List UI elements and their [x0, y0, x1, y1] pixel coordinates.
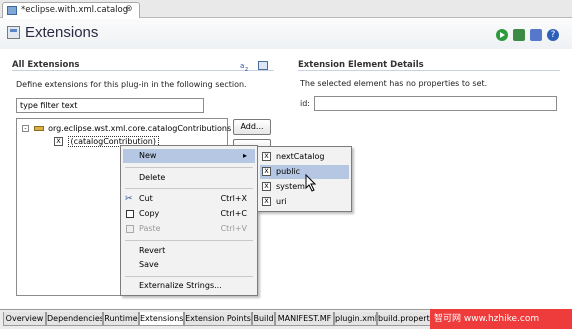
cut-icon: ✂ — [125, 194, 133, 204]
tab-dependencies[interactable]: Dependencies — [46, 312, 103, 326]
menu-item-revert[interactable]: Revert — [123, 244, 255, 258]
help-icon[interactable]: ? — [547, 29, 559, 41]
xml-element-icon: X — [262, 152, 271, 161]
collapse-icon[interactable]: - — [22, 125, 29, 132]
menu-item-new[interactable]: New ▸ — [123, 149, 255, 163]
context-menu: New ▸ Delete ✂ Cut Ctrl+X Copy Ctrl+C Pa… — [120, 145, 258, 296]
menu-item-copy[interactable]: Copy Ctrl+C — [123, 207, 255, 221]
id-label: id: — [300, 99, 310, 108]
details-title: Extension Element Details — [298, 60, 424, 70]
add-button[interactable]: Add... — [233, 119, 271, 135]
mouse-cursor-icon — [305, 173, 317, 192]
tab-overview[interactable]: Overview — [3, 312, 46, 326]
collapse-all-icon[interactable] — [258, 61, 268, 70]
xml-element-icon: X — [262, 182, 271, 191]
menu-separator — [125, 276, 253, 277]
filter-input[interactable] — [16, 98, 204, 113]
editor-tab[interactable]: *eclipse.with.xml.catalog ⊗ — [2, 2, 140, 18]
all-extensions-description: Define extensions for this plug-in in th… — [16, 80, 247, 89]
extensions-icon — [7, 26, 20, 39]
tab-build-properties[interactable]: build.properties — [377, 312, 437, 326]
xml-element-icon: X — [262, 167, 271, 176]
menu-item-cut[interactable]: ✂ Cut Ctrl+X — [123, 192, 255, 206]
xml-element-icon: X — [54, 137, 63, 146]
editor-tab-title: *eclipse.with.xml.catalog — [21, 5, 129, 15]
close-icon[interactable]: ⊗ — [125, 4, 133, 14]
tab-manifest[interactable]: MANIFEST.MF — [275, 312, 334, 326]
id-field[interactable] — [314, 96, 557, 111]
svg-text:a: a — [240, 62, 244, 70]
sort-icon[interactable]: az — [240, 60, 251, 73]
tree-root-label: org.eclipse.wst.xml.core.catalogContribu… — [48, 124, 232, 133]
tree-node-root[interactable]: - org.eclipse.wst.xml.core.catalogContri… — [22, 124, 231, 133]
copy-icon — [126, 210, 134, 218]
tab-build[interactable]: Build — [252, 312, 275, 326]
submenu-item-nextcatalog[interactable]: X nextCatalog — [260, 150, 349, 164]
extension-icon — [33, 126, 44, 131]
all-extensions-title: All Extensions — [12, 60, 80, 70]
details-divider — [298, 70, 560, 71]
details-message: The selected element has no properties t… — [300, 79, 488, 88]
menu-item-save[interactable]: Save — [123, 258, 255, 272]
tab-plugin-xml[interactable]: plugin.xml — [334, 312, 377, 326]
menu-separator — [125, 167, 253, 168]
paste-icon — [126, 225, 134, 233]
tab-runtime[interactable]: Runtime — [103, 312, 139, 326]
submenu-arrow-icon: ▸ — [242, 151, 247, 160]
svg-text:z: z — [245, 66, 248, 71]
editor-tab-bar: *eclipse.with.xml.catalog ⊗ — [0, 0, 572, 18]
settings-icon[interactable] — [530, 29, 542, 41]
tab-extensions[interactable]: Extensions — [139, 312, 184, 326]
watermark: 智可网 www.hzhike.com — [430, 309, 572, 329]
menu-item-delete[interactable]: Delete — [123, 171, 255, 185]
run-icon[interactable] — [496, 29, 508, 41]
menu-item-paste: Paste Ctrl+V — [123, 222, 255, 236]
debug-icon[interactable] — [513, 29, 525, 41]
section-divider — [12, 70, 274, 71]
submenu-item-uri[interactable]: X uri — [260, 195, 349, 209]
xml-element-icon: X — [262, 197, 271, 206]
page-title: Extensions — [25, 24, 99, 41]
menu-separator — [125, 188, 253, 189]
menu-item-externalize[interactable]: Externalize Strings... — [123, 279, 255, 293]
menu-separator — [125, 240, 253, 241]
plugin-icon — [7, 6, 17, 15]
tab-extension-points[interactable]: Extension Points — [184, 312, 252, 326]
